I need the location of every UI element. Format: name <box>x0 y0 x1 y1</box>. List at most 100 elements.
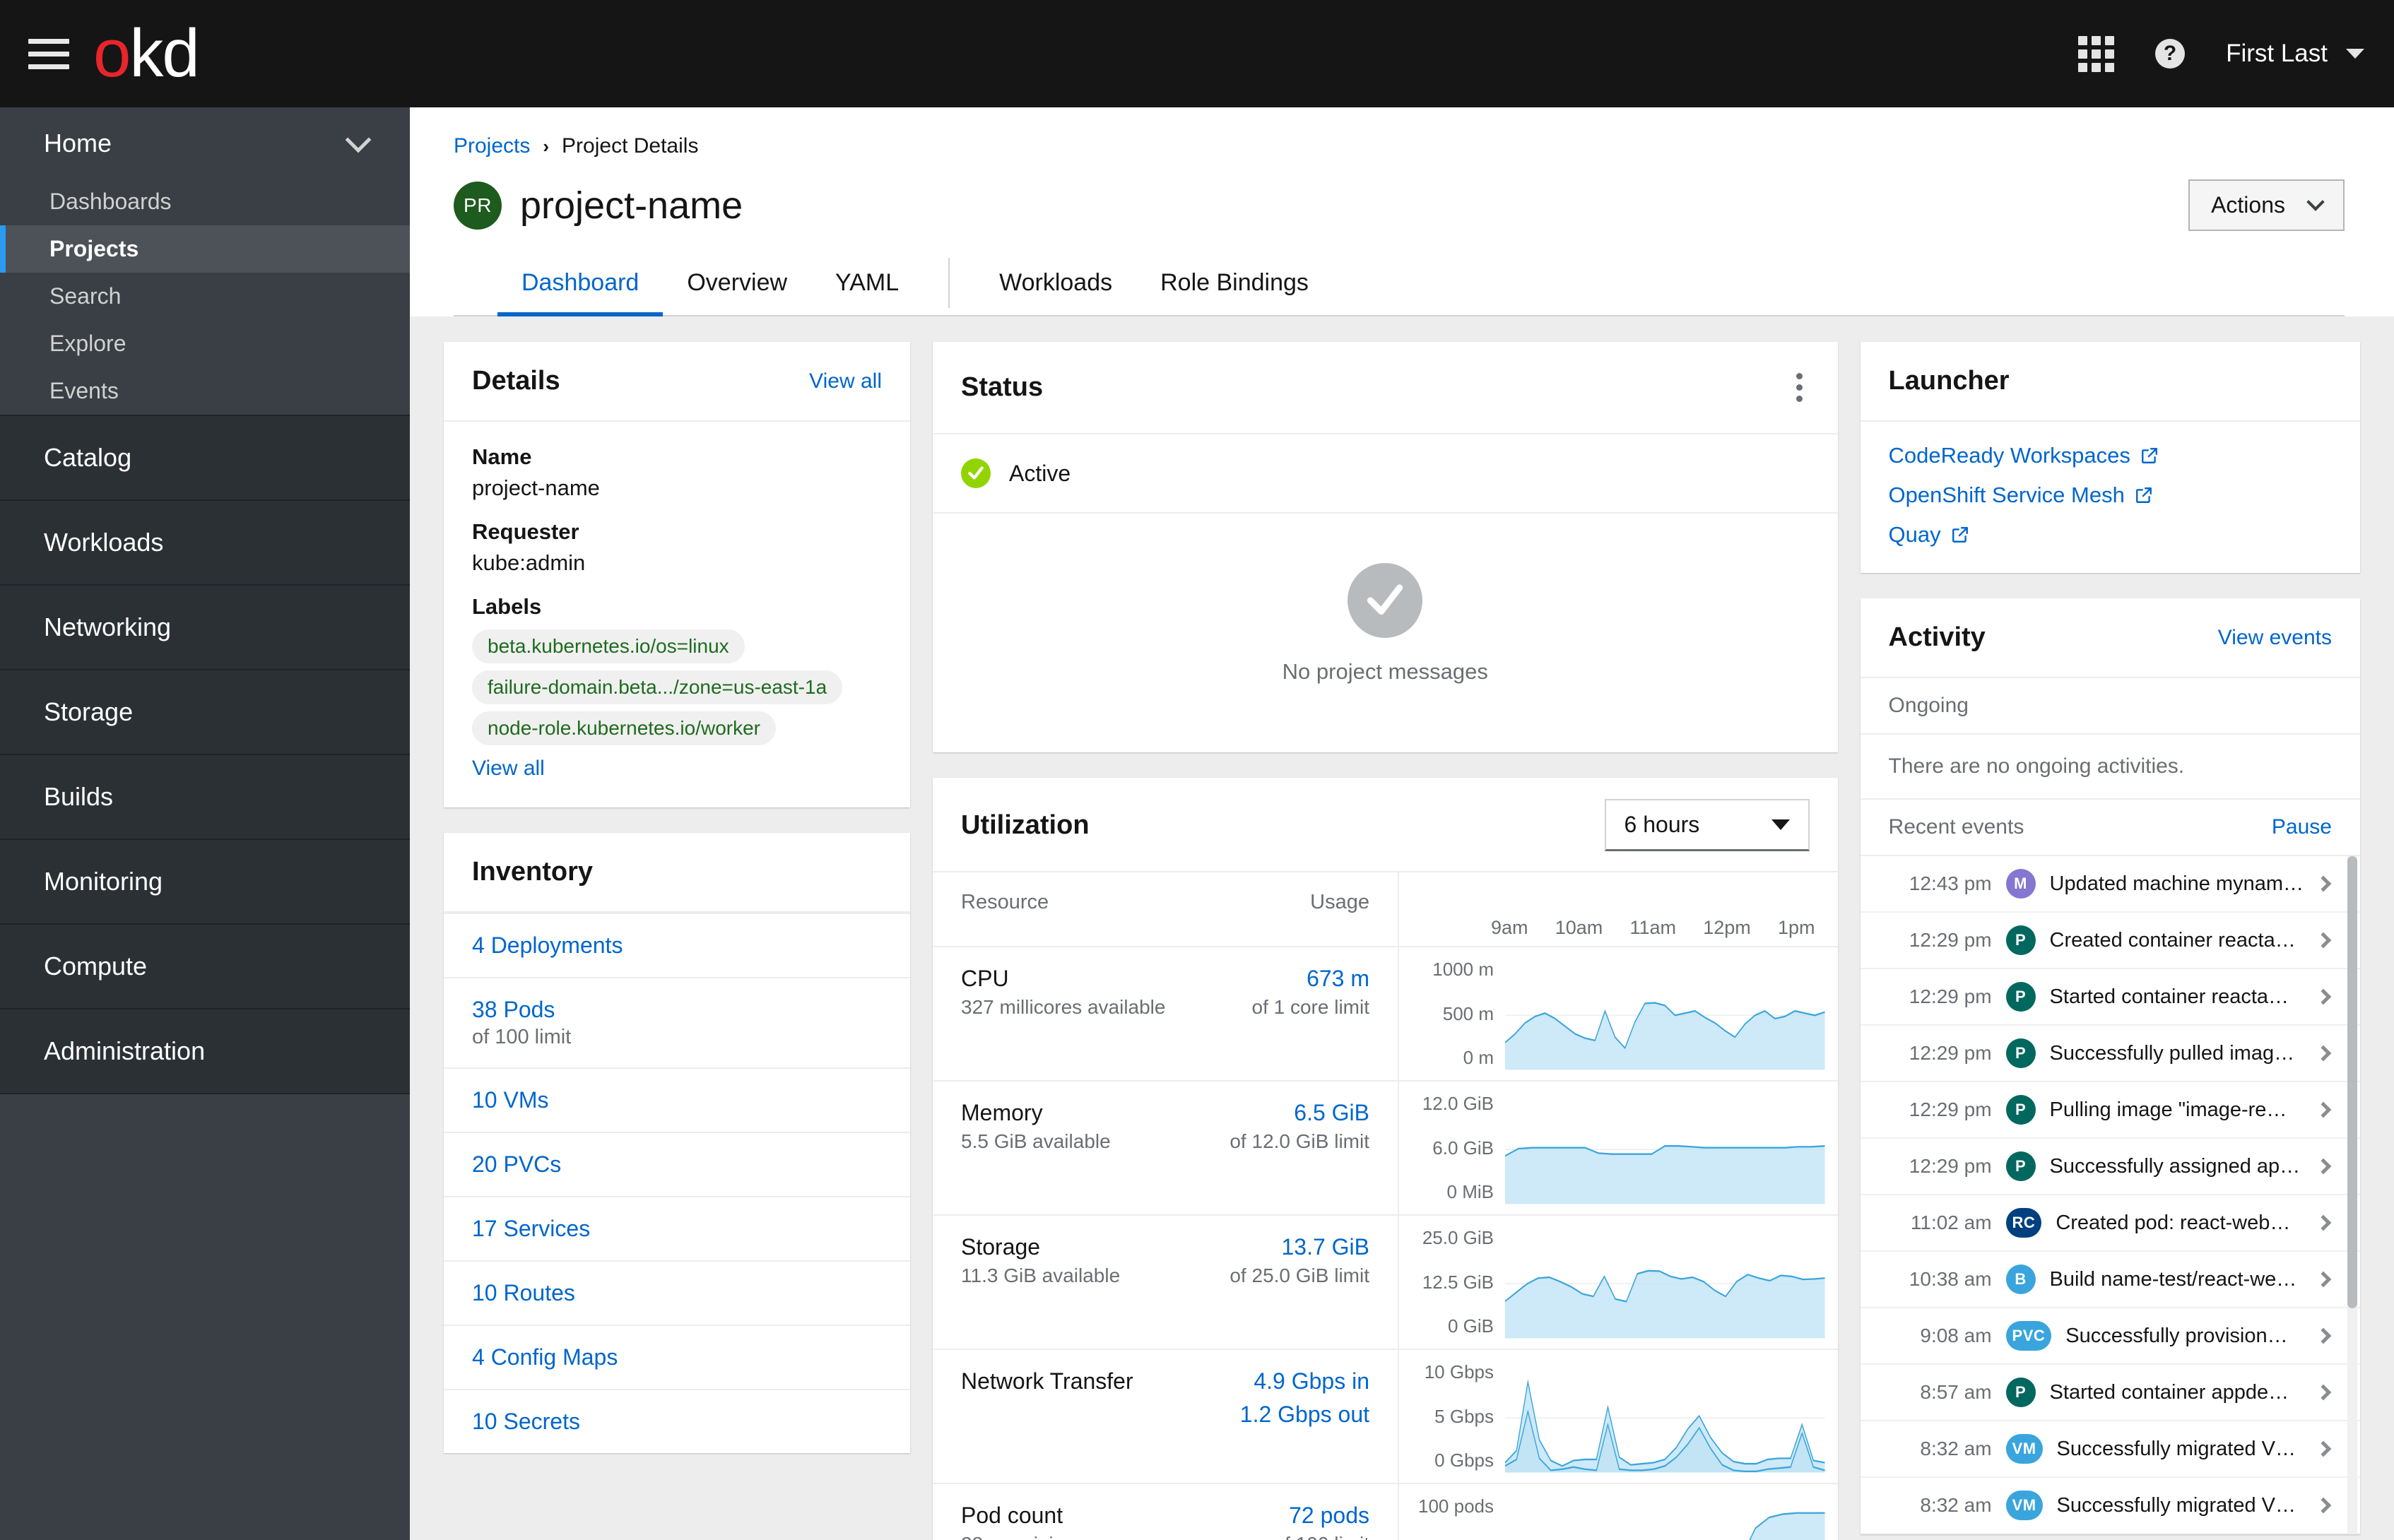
sidebar-item-dashboards[interactable]: Dashboards <box>0 178 410 225</box>
external-link-icon <box>1951 526 1969 544</box>
chevron-right-icon[interactable] <box>2315 875 2332 892</box>
tab-dashboard[interactable]: Dashboard <box>497 251 664 316</box>
help-icon[interactable]: ? <box>2155 39 2186 69</box>
user-menu[interactable]: First Last <box>2226 40 2364 68</box>
label-pill[interactable]: node-role.kubernetes.io/worker <box>472 711 776 745</box>
chevron-right-icon[interactable] <box>2315 932 2332 949</box>
tab-workloads[interactable]: Workloads <box>975 251 1136 316</box>
title-row: PR project-name Actions <box>454 179 2345 231</box>
inventory-row[interactable]: 10 VMs <box>444 1067 910 1132</box>
inventory-link[interactable]: 38 Pods <box>472 997 555 1022</box>
event-row[interactable]: 8:32 am VM Successfully migrated V… <box>1860 1421 2360 1478</box>
sidebar-item-search[interactable]: Search <box>0 273 410 320</box>
sidebar-section-home[interactable]: Home <box>0 107 410 178</box>
utilization-usage-out[interactable]: 1.2 Gbps out <box>1240 1402 1369 1428</box>
kebab-menu-icon[interactable] <box>1789 366 1810 409</box>
sidebar-item-workloads[interactable]: Workloads <box>0 501 410 586</box>
inventory-link[interactable]: 20 PVCs <box>472 1151 561 1177</box>
page-title: project-name <box>520 184 743 227</box>
inventory-link[interactable]: 4 Config Maps <box>472 1344 618 1370</box>
chevron-right-icon[interactable] <box>2315 1214 2332 1231</box>
inventory-link[interactable]: 4 Deployments <box>472 932 623 958</box>
inventory-row[interactable]: 4 Deployments <box>444 913 910 977</box>
inventory-link[interactable]: 10 Routes <box>472 1280 575 1305</box>
tab-overview[interactable]: Overview <box>663 251 811 316</box>
duration-select[interactable]: 6 hours <box>1604 799 1810 851</box>
chevron-right-icon[interactable] <box>2315 1271 2332 1288</box>
sidebar-item-explore[interactable]: Explore <box>0 320 410 367</box>
recent-events-title: Recent events <box>1888 815 2024 839</box>
event-row[interactable]: 10:38 am B Build name-test/react-we… <box>1860 1252 2360 1308</box>
utilization-usage[interactable]: 6.5 GiB <box>1294 1100 1369 1126</box>
inventory-link[interactable]: 17 Services <box>472 1216 590 1241</box>
sidebar-item-builds[interactable]: Builds <box>0 755 410 840</box>
launcher-card: Launcher CodeReady Workspaces OpenShift S… <box>1860 342 2360 573</box>
chevron-right-icon[interactable] <box>2315 1384 2332 1401</box>
sidebar-item-networking[interactable]: Networking <box>0 586 410 670</box>
chevron-right-icon[interactable] <box>2315 988 2332 1005</box>
sidebar-item-compute[interactable]: Compute <box>0 925 410 1009</box>
event-row[interactable]: 12:29 pm P Started container reacta… <box>1860 969 2360 1026</box>
details-view-all-link[interactable]: View all <box>809 369 882 393</box>
sidebar-item-storage[interactable]: Storage <box>0 670 410 755</box>
grid-dot <box>2078 49 2088 59</box>
event-timestamp: 12:29 pm <box>1909 929 1992 951</box>
launcher-link[interactable]: CodeReady Workspaces <box>1889 443 2159 468</box>
chevron-right-icon[interactable] <box>2315 1158 2332 1175</box>
apps-grid-icon[interactable] <box>2078 35 2115 72</box>
actions-button[interactable]: Actions <box>2188 179 2345 231</box>
sidebar-item-projects[interactable]: Projects <box>0 225 410 273</box>
event-row[interactable]: 12:43 pm M Updated machine mynam… <box>1860 856 2360 913</box>
inventory-link[interactable]: 10 VMs <box>472 1087 548 1113</box>
inventory-row[interactable]: 10 Routes <box>444 1260 910 1325</box>
events-scrollbar-thumb[interactable] <box>2347 856 2357 1308</box>
inventory-row[interactable]: 10 Secrets <box>444 1389 910 1453</box>
inventory-row[interactable]: 4 Config Maps <box>444 1325 910 1389</box>
event-resource-badge: VM <box>2005 1434 2043 1464</box>
chart-ytick-top: 25.0 GiB <box>1422 1227 1494 1248</box>
launcher-link[interactable]: OpenShift Service Mesh <box>1889 482 2153 508</box>
utilization-usage[interactable]: 72 pods <box>1289 1503 1369 1529</box>
event-row[interactable]: 12:29 pm P Successfully assigned ap… <box>1860 1139 2360 1195</box>
inventory-row[interactable]: 38 Pods of 100 limit <box>444 977 910 1067</box>
grid-dot <box>2078 35 2088 45</box>
inventory-link[interactable]: 10 Secrets <box>472 1409 580 1434</box>
sidebar-item-administration[interactable]: Administration <box>0 1009 410 1094</box>
inventory-row[interactable]: 20 PVCs <box>444 1132 910 1196</box>
pause-events-button[interactable]: Pause <box>2272 815 2332 839</box>
sidebar-item-events[interactable]: Events <box>0 367 410 415</box>
inventory-row[interactable]: 17 Services <box>444 1196 910 1260</box>
event-row[interactable]: 12:29 pm P Pulling image "image-re… <box>1860 1082 2360 1139</box>
chevron-right-icon[interactable] <box>2315 1327 2332 1344</box>
event-row[interactable]: 9:08 am PVC Successfully provision… <box>1860 1308 2360 1365</box>
tab-yaml[interactable]: YAML <box>811 251 923 316</box>
event-row[interactable]: 8:32 am VM Successfully migrated V… <box>1860 1478 2360 1534</box>
event-timestamp: 9:08 am <box>1920 1325 1992 1346</box>
utilization-usage-in[interactable]: 4.9 Gbps in <box>1254 1368 1369 1394</box>
sidebar-item-monitoring[interactable]: Monitoring <box>0 840 410 925</box>
okd-logo[interactable]: o kd <box>93 20 200 88</box>
label-pill[interactable]: failure-domain.beta.../zone=us-east-1a <box>472 670 843 704</box>
utilization-card-header: Utilization 6 hours <box>933 778 1838 872</box>
chevron-right-icon[interactable] <box>2315 1497 2332 1514</box>
breadcrumb-projects-link[interactable]: Projects <box>454 134 530 158</box>
event-row[interactable]: 12:29 pm P Successfully pulled imag… <box>1860 1026 2360 1082</box>
launcher-link[interactable]: Quay <box>1889 522 1969 547</box>
label-pill[interactable]: beta.kubernetes.io/os=linux <box>472 629 745 663</box>
inventory-list: 4 Deployments 38 Pods of 100 limit 10 VMs 20… <box>444 913 910 1453</box>
view-events-link[interactable]: View events <box>2218 626 2332 650</box>
chevron-right-icon[interactable] <box>2315 1101 2332 1118</box>
tab-role-bindings[interactable]: Role Bindings <box>1136 251 1333 316</box>
details-labels-view-all-link[interactable]: View all <box>472 757 545 781</box>
event-row[interactable]: 11:02 am RC Created pod: react-web… <box>1860 1195 2360 1252</box>
hamburger-menu-icon[interactable] <box>28 33 69 74</box>
sidebar-item-catalog[interactable]: Catalog <box>0 416 410 501</box>
utilization-usage[interactable]: 13.7 GiB <box>1281 1234 1369 1260</box>
event-row[interactable]: 12:29 pm P Created container reacta… <box>1860 913 2360 969</box>
chevron-right-icon[interactable] <box>2315 1045 2332 1062</box>
chevron-right-icon[interactable] <box>2315 1440 2332 1457</box>
utilization-usage[interactable]: 673 m <box>1307 966 1369 992</box>
tab-group-divider <box>948 258 950 308</box>
event-row[interactable]: 8:57 am P Started container appde… <box>1860 1365 2360 1421</box>
dashboard-right-column: Launcher CodeReady Workspaces OpenShift S… <box>1860 342 2360 1534</box>
